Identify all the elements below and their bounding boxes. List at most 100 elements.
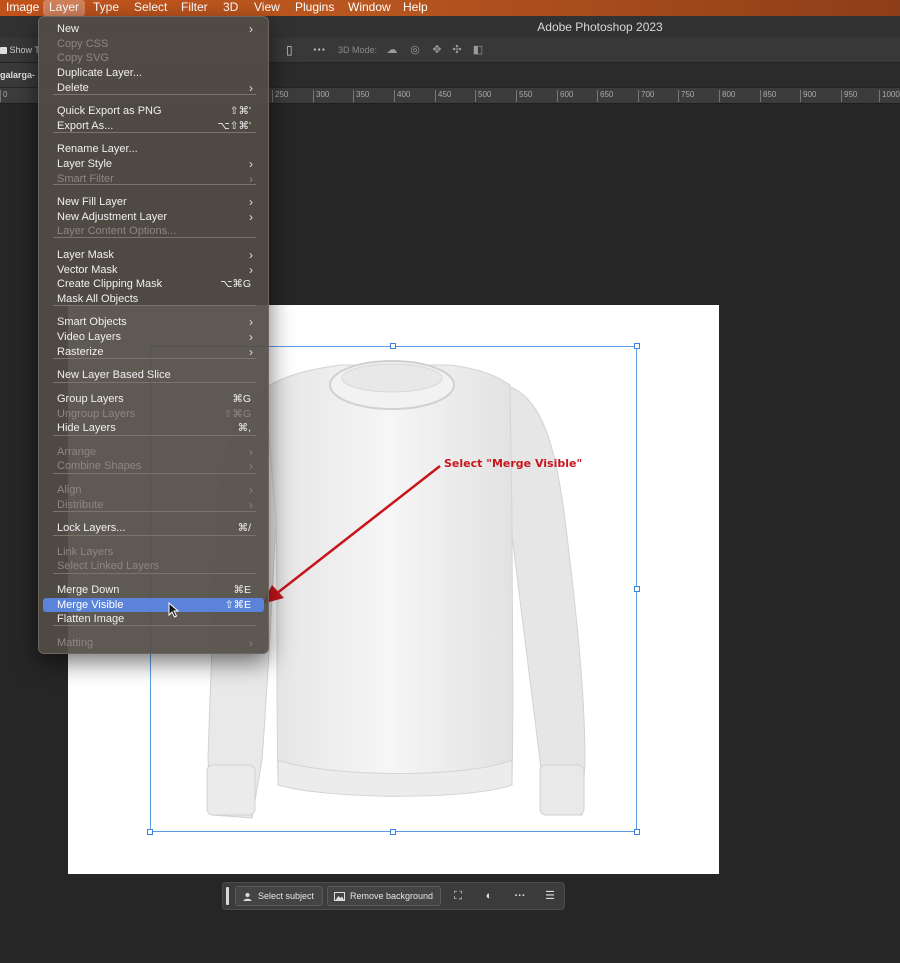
menu-item-label: Mask All Objects xyxy=(57,293,139,305)
remove-background-label: Remove background xyxy=(350,891,434,901)
menu-item-merge-down[interactable]: Merge Down ⌘E xyxy=(43,583,264,597)
menu-item-video-layers[interactable]: Video Layers › xyxy=(43,330,264,344)
menu-item-label: Merge Down xyxy=(57,584,120,596)
chevron-right-icon: › xyxy=(249,345,253,359)
menu-item-label: New xyxy=(57,23,80,35)
person-icon xyxy=(243,893,252,901)
contextual-task-bar: Select subject Remove background ⛶ ◐ ···… xyxy=(222,882,565,910)
menu-item-label: Smart Objects xyxy=(57,316,127,328)
menu-item-label: Combine Shapes xyxy=(57,460,142,472)
chevron-right-icon: › xyxy=(249,483,253,497)
menu-item-create-clipping-mask[interactable]: Create Clipping Mask ⌥⌘G xyxy=(43,277,264,291)
menu-item-label: Rasterize xyxy=(57,346,104,358)
menu-item-new-layer-based-slice[interactable]: New Layer Based Slice xyxy=(43,368,264,382)
menu-separator xyxy=(53,435,256,436)
menu-item-rasterize[interactable]: Rasterize › xyxy=(43,345,264,359)
more-icon[interactable]: ··· xyxy=(513,889,527,903)
menu-item-label: Layer Mask xyxy=(57,249,114,261)
menu-item-vector-mask[interactable]: Vector Mask › xyxy=(43,263,264,277)
menu-item-label: New Adjustment Layer xyxy=(57,211,168,223)
menu-item-delete[interactable]: Delete › xyxy=(43,81,264,95)
menu-separator xyxy=(53,511,256,512)
settings-sliders-icon[interactable]: ☰ xyxy=(543,889,557,903)
menu-item-align: Align › xyxy=(43,483,264,497)
drag-handle[interactable] xyxy=(226,887,229,905)
menu-item-layer-content-options: Layer Content Options... xyxy=(43,224,264,238)
menu-item-lock-layers[interactable]: Lock Layers... ⌘/ xyxy=(43,521,264,535)
menu-item-label: Matting xyxy=(57,637,94,649)
select-subject-button[interactable]: Select subject xyxy=(235,886,323,906)
adjustment-icon[interactable]: ◐ xyxy=(482,889,496,903)
menu-item-label: Quick Export as PNG xyxy=(57,105,162,117)
transform-handle-top[interactable] xyxy=(390,343,396,349)
menu-item-copy-css: Copy CSS xyxy=(43,37,264,51)
menu-item-label: Merge Visible xyxy=(57,599,124,611)
transform-handle-bottom-left[interactable] xyxy=(147,829,153,835)
menu-item-label: Create Clipping Mask xyxy=(57,278,163,290)
chevron-right-icon: › xyxy=(249,445,253,459)
menu-item-shortcut: ⇧⌘' xyxy=(229,105,251,117)
menu-item-label: New Fill Layer xyxy=(57,196,127,208)
layer-menu-dropdown: New › Copy CSS Copy SVG Duplicate Layer... De… xyxy=(38,16,269,654)
transform-handle-bottom-right[interactable] xyxy=(634,829,640,835)
transform-handle-right[interactable] xyxy=(634,586,640,592)
chevron-right-icon: › xyxy=(249,81,253,95)
menu-item-quick-export-as-png[interactable]: Quick Export as PNG ⇧⌘' xyxy=(43,104,264,118)
menu-item-rename-layer[interactable]: Rename Layer... xyxy=(43,142,264,156)
menu-item-group-layers[interactable]: Group Layers ⌘G xyxy=(43,392,264,406)
chevron-right-icon: › xyxy=(249,330,253,344)
menu-separator xyxy=(53,305,256,306)
menu-item-smart-objects[interactable]: Smart Objects › xyxy=(43,315,264,329)
transform-selection-icon[interactable]: ⛶ xyxy=(451,889,465,903)
menu-separator xyxy=(53,625,256,626)
chevron-right-icon: › xyxy=(249,315,253,329)
menu-item-label: Flatten Image xyxy=(57,613,125,625)
menu-item-new-fill-layer[interactable]: New Fill Layer › xyxy=(43,195,264,209)
menu-item-label: Layer Content Options... xyxy=(57,225,177,237)
menu-item-mask-all-objects[interactable]: Mask All Objects xyxy=(43,292,264,306)
menu-item-shortcut: ⇧⌘E xyxy=(224,599,251,611)
image-icon xyxy=(334,892,345,901)
menu-item-merge-visible[interactable]: Merge Visible ⇧⌘E xyxy=(43,598,264,612)
menu-separator xyxy=(53,535,256,536)
chevron-right-icon: › xyxy=(249,210,253,224)
menu-item-shortcut: ⇧⌘G xyxy=(223,408,251,420)
menu-item-flatten-image[interactable]: Flatten Image xyxy=(43,612,264,626)
menu-item-export-as[interactable]: Export As... ⌥⇧⌘' xyxy=(43,119,264,133)
chevron-right-icon: › xyxy=(249,263,253,277)
menu-item-shortcut: ⌥⇧⌘' xyxy=(217,120,251,132)
menu-item-label: Arrange xyxy=(57,446,97,458)
select-subject-label: Select subject xyxy=(258,891,315,901)
chevron-right-icon: › xyxy=(249,22,253,36)
menu-item-link-layers: Link Layers xyxy=(43,545,264,559)
menu-item-layer-mask[interactable]: Layer Mask › xyxy=(43,248,264,262)
menu-item-label: Distribute xyxy=(57,499,104,511)
menu-item-ungroup-layers: Ungroup Layers ⇧⌘G xyxy=(43,407,264,421)
transform-handle-top-right[interactable] xyxy=(634,343,640,349)
menu-item-shortcut: ⌘E xyxy=(233,584,251,596)
menu-separator xyxy=(53,237,256,238)
menu-item-label: Rename Layer... xyxy=(57,143,138,155)
menu-item-combine-shapes: Combine Shapes › xyxy=(43,459,264,473)
menu-item-new[interactable]: New › xyxy=(43,22,264,36)
menu-item-shortcut: ⌘G xyxy=(232,393,251,405)
menu-item-label: Ungroup Layers xyxy=(57,408,136,420)
menu-item-shortcut: ⌘, xyxy=(237,422,251,434)
chevron-right-icon: › xyxy=(249,498,253,512)
menu-item-label: Group Layers xyxy=(57,393,124,405)
menu-item-new-adjustment-layer[interactable]: New Adjustment Layer › xyxy=(43,210,264,224)
menu-item-shortcut: ⌥⌘G xyxy=(220,278,251,290)
menu-item-duplicate-layer[interactable]: Duplicate Layer... xyxy=(43,66,264,80)
menu-item-layer-style[interactable]: Layer Style › xyxy=(43,157,264,171)
chevron-right-icon: › xyxy=(249,157,253,171)
menu-item-label: Vector Mask xyxy=(57,264,118,276)
menu-item-label: Layer Style xyxy=(57,158,113,170)
transform-handle-bottom[interactable] xyxy=(390,829,396,835)
remove-background-button[interactable]: Remove background xyxy=(327,886,441,906)
menu-separator xyxy=(53,573,256,574)
chevron-right-icon: › xyxy=(249,195,253,209)
menu-item-label: Hide Layers xyxy=(57,422,116,434)
menu-item-hide-layers[interactable]: Hide Layers ⌘, xyxy=(43,421,264,435)
menu-separator xyxy=(53,382,256,383)
menu-item-arrange: Arrange › xyxy=(43,445,264,459)
